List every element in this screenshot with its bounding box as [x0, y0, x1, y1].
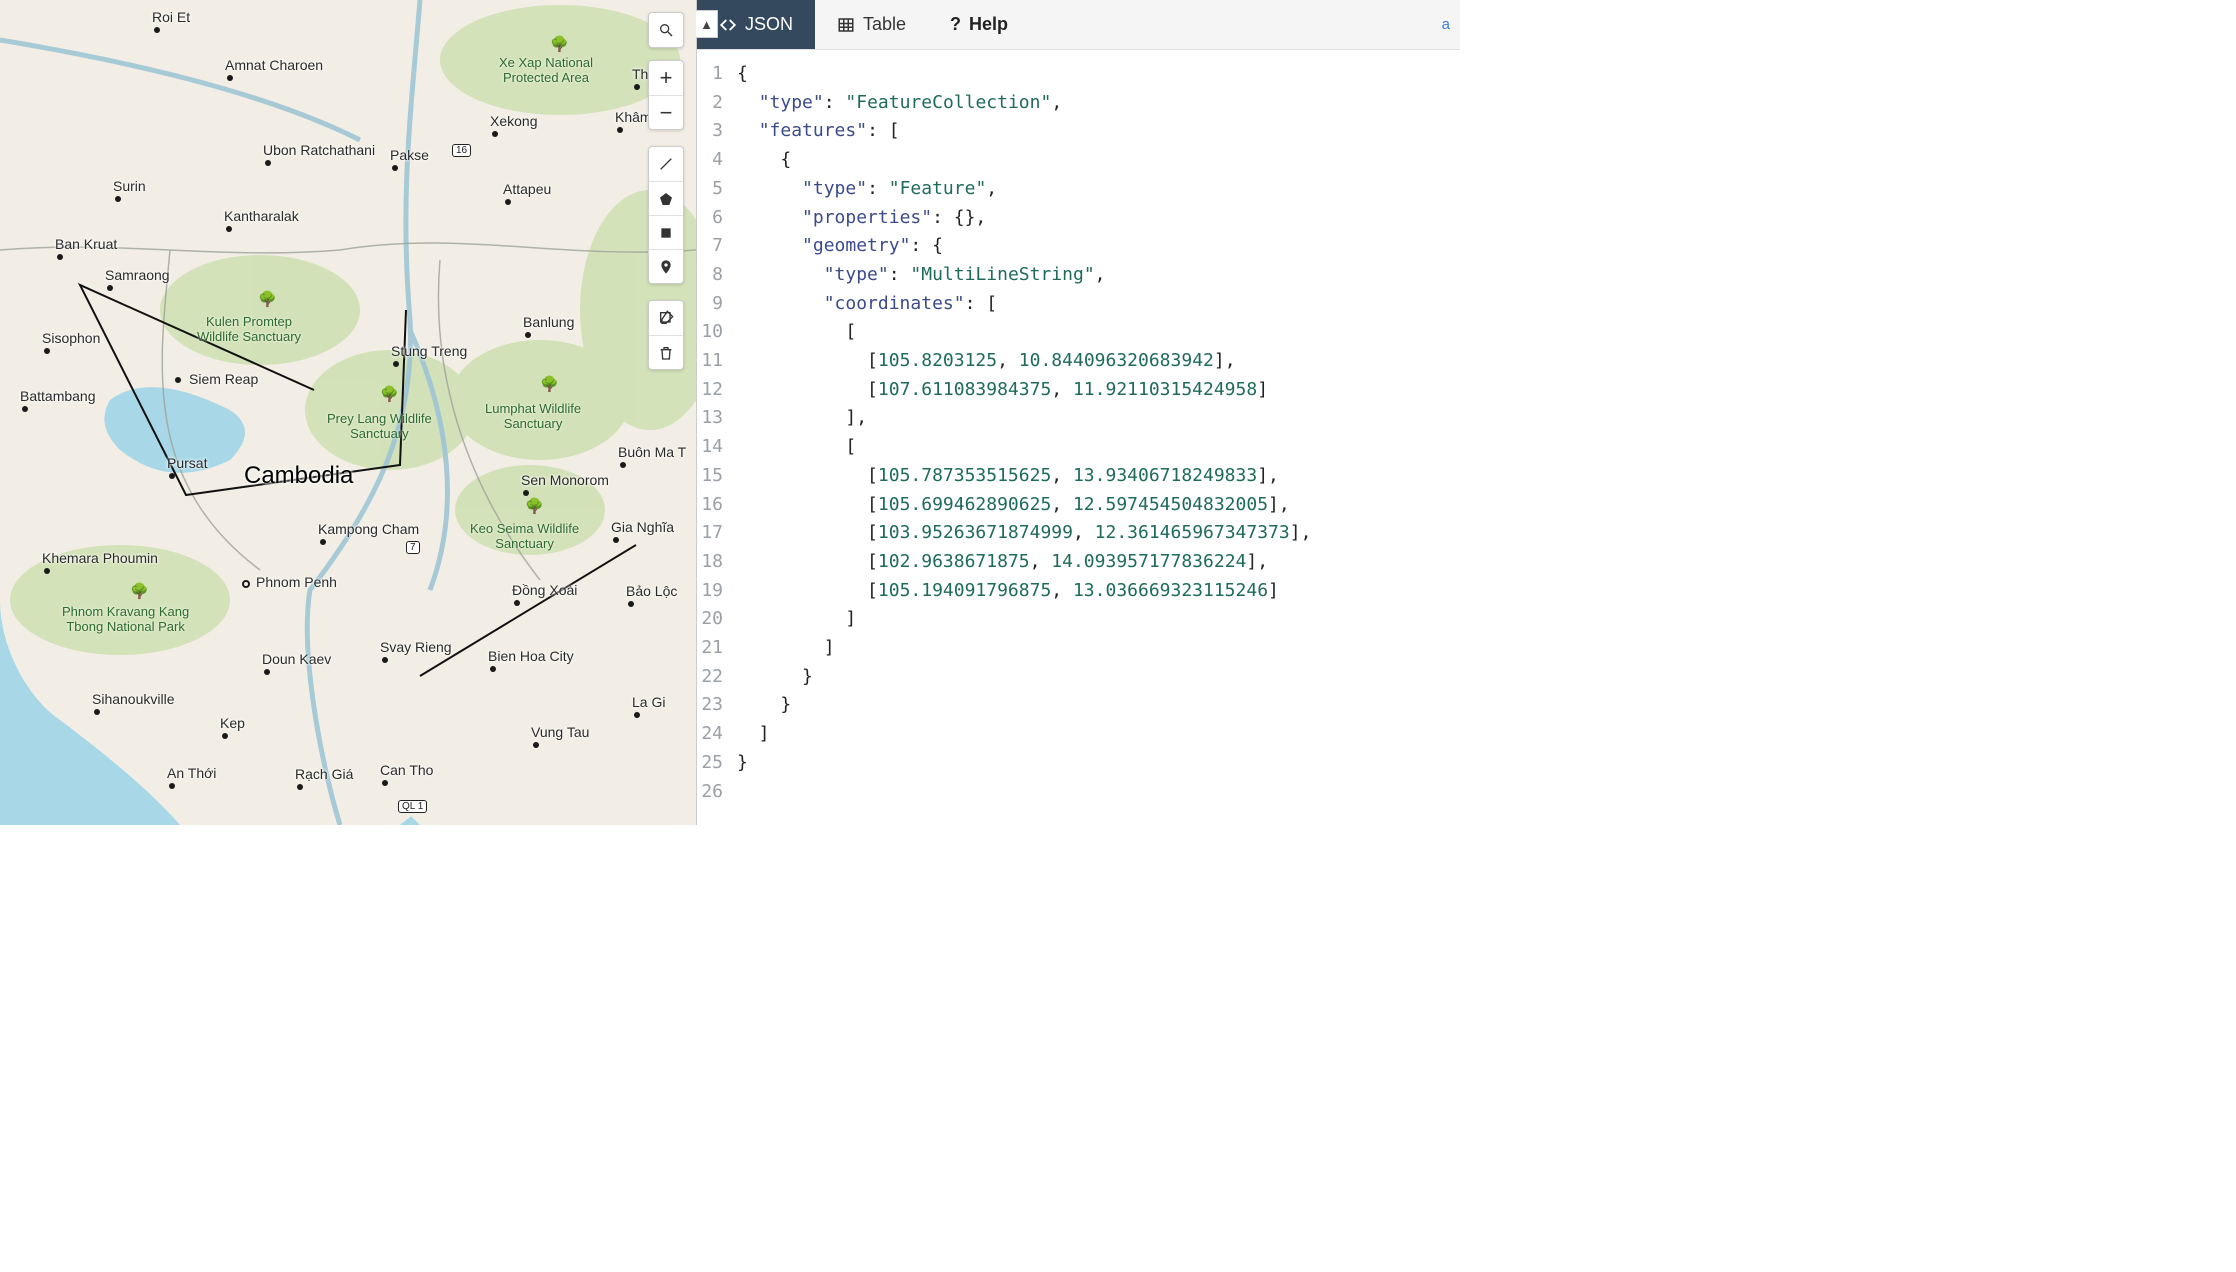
code-gutter: 1234567891011121314151617181920212223242… [697, 50, 731, 825]
pentagon-icon [658, 191, 674, 207]
draw-line-button[interactable] [649, 147, 683, 181]
toolbar-right-hint: a [1442, 0, 1460, 49]
edit-icon [658, 310, 674, 326]
chevron-up-icon: ▲ [700, 17, 713, 32]
code-editor[interactable]: 1234567891011121314151617181920212223242… [697, 50, 1460, 825]
tab-table[interactable]: Table [815, 0, 928, 49]
tab-help-label: Help [969, 14, 1008, 35]
map-zoom-group: + − [648, 60, 684, 130]
map-edit-group [648, 300, 684, 370]
map-pane[interactable]: Roi EtAmnat CharoenUbon RatchathaniSurin… [0, 0, 696, 825]
draw-polygon-button[interactable] [649, 181, 683, 215]
search-icon [658, 22, 674, 38]
tab-help[interactable]: ? Help [928, 0, 1030, 49]
map-search-group [648, 12, 684, 48]
zoom-in-button[interactable]: + [649, 61, 683, 95]
tab-json-label: JSON [745, 14, 793, 35]
square-icon [658, 225, 674, 241]
editor-pane: JSON Table ? Help a 12345678910111213141… [696, 0, 1460, 825]
editor-toolbar: JSON Table ? Help a [697, 0, 1460, 50]
collapse-panel-button[interactable]: ▲ [696, 10, 718, 38]
delete-layers-button[interactable] [649, 335, 683, 369]
edit-layers-button[interactable] [649, 301, 683, 335]
table-icon [837, 16, 855, 34]
trash-icon [658, 345, 674, 361]
basemap-svg [0, 0, 696, 825]
map-draw-group [648, 146, 684, 284]
code-content[interactable]: { "type": "FeatureCollection", "features… [731, 50, 1460, 825]
zoom-out-button[interactable]: − [649, 95, 683, 129]
marker-icon [658, 259, 674, 275]
search-button[interactable] [649, 13, 683, 47]
draw-marker-button[interactable] [649, 249, 683, 283]
draw-rectangle-button[interactable] [649, 215, 683, 249]
tab-table-label: Table [863, 14, 906, 35]
question-icon: ? [950, 14, 961, 35]
line-icon [658, 156, 674, 172]
code-icon [719, 16, 737, 34]
